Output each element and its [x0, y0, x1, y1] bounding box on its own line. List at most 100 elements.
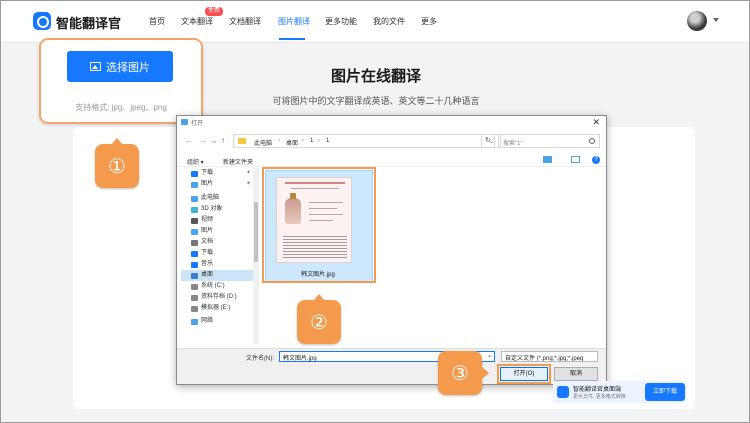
nav-doc-translate[interactable]: 文档翻译	[229, 16, 261, 27]
tree-item[interactable]: 文档	[181, 237, 255, 248]
folder-icon	[238, 138, 246, 144]
filename-label: 文件名(N):	[246, 356, 274, 362]
tree-item-icon	[191, 182, 198, 188]
top-navigation: 智能翻译官 首页 文本翻译 免费 文档翻译 图片翻译 更多功能 我的文件 更多	[1, 1, 749, 43]
nav-more-features[interactable]: 更多功能	[325, 16, 357, 27]
tree-item-label: 网络	[201, 318, 214, 324]
filetype-select[interactable]: 自定义文件 (*.png;*.jpg;*.jpeg	[501, 351, 598, 362]
filename-dropdown-icon[interactable]: ⌄	[487, 352, 492, 359]
pin-icon[interactable]: ✦	[246, 168, 251, 179]
address-row: ← → ⌄ ↑ 此电脑 › 桌面 › 1 › 1 ⌄ ↻ 搜索"1"	[177, 134, 606, 148]
path-sep-icon: ›	[278, 138, 280, 144]
history-chevron-icon[interactable]: ⌄	[211, 136, 218, 145]
tree-item-icon	[191, 273, 198, 279]
tree-item-icon	[191, 229, 198, 235]
close-icon[interactable]: ✕	[592, 117, 600, 128]
download-now-button[interactable]: 立即下载	[645, 383, 685, 401]
tree-item[interactable]: 视频	[181, 215, 255, 226]
nav-more[interactable]: 更多	[421, 16, 437, 27]
file-open-dialog: 打开 ✕ ← → ⌄ ↑ 此电脑 › 桌面 › 1 › 1 ⌄ ↻ 搜索"1"	[176, 115, 607, 385]
tree-item-icon	[191, 251, 198, 257]
tree-item-label: 文档	[201, 239, 214, 245]
view-options-icon[interactable]	[543, 156, 552, 163]
tree-item[interactable]: 系统 (C:)	[181, 281, 255, 292]
tree-item-icon	[191, 262, 198, 268]
tree-item-label: 资料存档 (D:)	[201, 294, 237, 300]
organize-menu[interactable]: 组织 ▾	[187, 157, 204, 166]
search-icon	[589, 138, 595, 144]
search-input[interactable]: 搜索"1"	[498, 134, 600, 148]
tree-item-label: 音乐	[201, 261, 214, 267]
step-number-3: ③	[451, 362, 469, 385]
tree-item-label: 模拟器 (E:)	[201, 305, 231, 311]
app-brand[interactable]: 智能翻译官	[56, 13, 121, 32]
tree-item[interactable]: 资料存档 (D:)	[181, 292, 255, 303]
upload-callout-card: 选择图片 支持格式: jpg、jpeg、png	[39, 38, 203, 124]
tree-item-icon	[191, 196, 198, 202]
tree-item[interactable]: 3D 对象	[181, 204, 255, 215]
select-image-button[interactable]: 选择图片	[67, 51, 173, 82]
nav-text-translate[interactable]: 文本翻译	[181, 16, 213, 27]
cancel-button[interactable]: 取消	[554, 367, 598, 381]
dialog-title: 打开	[191, 121, 204, 127]
tree-item-icon	[191, 240, 198, 246]
tree-item-label: 桌面	[201, 272, 214, 278]
tree-item[interactable]: 此电脑	[181, 193, 255, 204]
dialog-app-icon	[181, 119, 188, 125]
step-number-2: ②	[310, 311, 328, 334]
path-this-pc[interactable]: 此电脑	[254, 138, 272, 147]
marker-pointer	[313, 294, 325, 301]
tree-item-label: 系统 (C:)	[201, 283, 225, 289]
dialog-toolbar: 组织 ▾ 新建文件夹 ?	[177, 153, 606, 167]
promo-title: 智能翻译官桌面端	[573, 387, 622, 393]
step-marker-1: ①	[95, 138, 139, 188]
screenshot-frame: 智能翻译官 首页 文本翻译 免费 文档翻译 图片翻译 更多功能 我的文件 更多 …	[0, 0, 750, 423]
tree-item-label: 3D 对象	[201, 206, 223, 212]
tree-item[interactable]: 网络	[181, 316, 255, 327]
up-arrow-icon[interactable]: ↑	[221, 136, 225, 145]
nav-my-files[interactable]: 我的文件	[373, 16, 405, 27]
tree-item-icon	[191, 171, 198, 177]
highlight-box-file	[262, 167, 376, 283]
path-folder-1-sub[interactable]: 1	[326, 138, 329, 144]
nav-image-translate[interactable]: 图片翻译	[278, 16, 310, 27]
help-icon[interactable]: ?	[592, 156, 600, 164]
path-sep-icon: ›	[302, 138, 304, 144]
tree-item[interactable]: 图片	[181, 226, 255, 237]
step-marker-2: ②	[297, 294, 341, 344]
tree-item[interactable]: 图片 ✦	[181, 179, 255, 190]
tree-item[interactable]: 音乐	[181, 259, 255, 270]
pin-icon[interactable]: ✦	[246, 179, 251, 190]
address-bar[interactable]: 此电脑 › 桌面 › 1 › 1 ⌄	[233, 134, 501, 148]
desktop-promo: 智能翻译官桌面端 更大文件, 更多格式转换 立即下载	[553, 381, 687, 403]
step-number-1: ①	[108, 155, 126, 178]
tree-item-icon	[191, 295, 198, 301]
tree-item-label: 此电脑	[201, 195, 220, 201]
user-avatar[interactable]	[687, 11, 707, 31]
tree-item-label: 视频	[201, 217, 214, 223]
tree-scrollbar[interactable]	[253, 168, 259, 344]
back-arrow-icon[interactable]: ←	[185, 136, 193, 145]
tree-item[interactable]: 桌面	[181, 270, 255, 281]
path-sep-icon: ›	[318, 138, 320, 144]
chevron-down-icon[interactable]	[713, 18, 719, 22]
app-logo-icon[interactable]	[33, 12, 51, 30]
preview-pane-icon[interactable]	[571, 156, 580, 163]
path-folder-1[interactable]: 1	[310, 138, 313, 144]
nav-home[interactable]: 首页	[149, 16, 165, 27]
tree-item-label: 图片	[201, 181, 214, 187]
refresh-icon[interactable]: ↻	[481, 134, 495, 148]
forward-arrow-icon[interactable]: →	[199, 136, 207, 145]
tree-item[interactable]: 下载 ✦	[181, 168, 255, 179]
tree-item[interactable]: 模拟器 (E:)	[181, 303, 255, 314]
promo-subtitle: 更大文件, 更多格式转换	[573, 394, 626, 400]
supported-formats: 支持格式: jpg、jpeg、png	[75, 103, 167, 112]
step-marker-3: ③	[438, 351, 489, 395]
tree-item-label: 图片	[201, 228, 214, 234]
highlight-box-open	[497, 364, 551, 384]
tree-item-icon	[191, 306, 198, 312]
path-desktop[interactable]: 桌面	[286, 138, 298, 147]
tree-item[interactable]: 下载	[181, 248, 255, 259]
new-folder-button[interactable]: 新建文件夹	[223, 157, 253, 166]
image-icon	[90, 62, 101, 71]
